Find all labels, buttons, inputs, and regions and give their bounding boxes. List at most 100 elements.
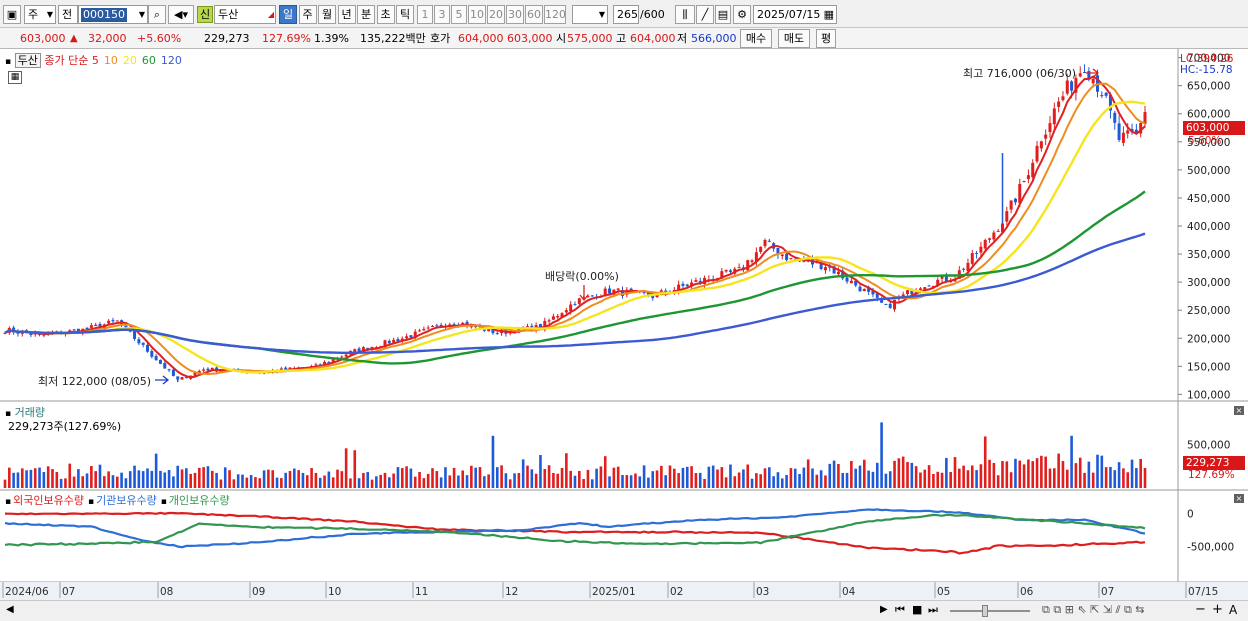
interval-dropdown[interactable]: ▼ [572,5,608,24]
candle [405,336,409,339]
draw-icon[interactable]: ╱ [696,5,714,24]
candle [426,327,430,329]
zoom-slider[interactable] [950,610,1030,612]
period-tab-3[interactable]: 년 [337,5,356,24]
volume-bar [1048,468,1052,488]
volume-bar [396,467,400,488]
scroll-bar[interactable]: ◀ ▶ ⏮ ■ ⏭ ⧉ ⧉ ⊞ ⇖ ⇱ ⇲ ⫽ ⧉ ⇆ − + A [0,600,1248,621]
font-size-icon[interactable]: A [1229,603,1237,617]
prefix-label: 전 [62,8,73,21]
interval-tab-10[interactable]: 10 [468,5,486,24]
scroll-left-icon[interactable]: ◀ [6,604,14,615]
ma-legend-120[interactable]: 120 [161,54,182,67]
save-icon[interactable]: ▤ [715,5,731,24]
zoom-out-icon[interactable]: − [1195,602,1206,617]
volume-bar [1126,472,1130,488]
search-icon[interactable]: ⌕ [148,5,166,24]
volume-bar [750,478,754,488]
volume-bar [85,473,89,488]
interval-tab-120[interactable]: 120 [544,5,566,24]
gear-icon[interactable]: ⚙ [733,5,751,24]
ma-legend-5[interactable]: 5 [92,54,99,67]
speaker-icon[interactable]: ◀▾ [168,5,194,24]
volume-bar [858,465,862,488]
holding-legend-2[interactable]: 개인보유수량 [169,494,230,507]
market-select[interactable]: 주 ▼ [24,5,56,24]
grip-icon: ▪ [5,57,12,67]
volume-bar [284,472,287,488]
chart-area[interactable]: 700,000650,000600,000550,000500,000450,0… [0,49,1248,600]
period-tab-6[interactable]: 틱 [396,5,414,24]
volume-bar [180,469,184,488]
stock-tag[interactable]: 두산 [14,53,41,68]
first-page-icon[interactable]: ⏮ [895,603,905,617]
volume-bar [578,470,581,488]
interval-tab-3[interactable]: 3 [434,5,450,24]
calendar-icon[interactable]: ▦ [824,6,834,23]
sell-button[interactable]: 매도 [778,29,810,48]
interval-tab-5[interactable]: 5 [451,5,467,24]
candle-icon[interactable]: ⫼ [675,5,695,24]
candle [150,350,154,357]
interval-tab-60[interactable]: 60 [525,5,543,24]
chevron-down-icon[interactable]: ▼ [139,6,145,23]
close-panel-icon[interactable]: × [1234,494,1244,503]
volume-bar [491,435,495,488]
prefix-box[interactable]: 전 [58,5,78,24]
layout-icon[interactable]: ▣ [3,5,21,24]
count-input[interactable]: 265 [613,5,639,24]
chevron-down-icon: ▼ [598,10,605,19]
candle [1005,211,1009,222]
volume-bar [305,475,309,488]
volume-bar [409,468,413,488]
buy-button[interactable]: 매수 [740,29,772,48]
quote-high: 604,000 [630,32,676,45]
date-input[interactable]: 2025/07/15 ▦ [753,5,837,24]
period-tab-0[interactable]: 일 [279,5,297,24]
interval-tab-20[interactable]: 20 [487,5,505,24]
tool-icons[interactable]: ⧉ ⧉ ⊞ ⇖ ⇱ ⇲ ⫽ ⧉ ⇆ [1042,603,1145,617]
volume-bar [992,462,996,488]
interval-tab-30[interactable]: 30 [506,5,524,24]
candle [1100,95,1104,97]
volume-bar [970,465,974,488]
x-axis-label: 04 [842,586,856,598]
x-axis-label: 05 [937,586,950,598]
close-panel-icon[interactable]: × [1234,406,1244,415]
period-tab-4[interactable]: 분 [357,5,375,24]
holding-legend-0[interactable]: 외국인보유수량 [13,494,84,507]
last-page-icon[interactable]: ⏭ [928,603,938,617]
volume-bar [275,477,279,488]
volume-bar [474,467,477,488]
zoom-in-icon[interactable]: + [1212,602,1223,617]
volume-bar [742,469,745,488]
candle [983,239,987,249]
candle [1104,92,1108,96]
stock-code-input[interactable]: 000150 ▼ [78,5,148,24]
x-axis-label: 08 [160,586,173,598]
volume-bar [755,473,758,488]
zoom-slider-thumb[interactable] [982,605,988,617]
period-tab-5[interactable]: 초 [376,5,395,24]
interval-tab-1[interactable]: 1 [417,5,433,24]
ma-legend-title[interactable]: 종가 단순 [44,54,88,67]
evaluate-button[interactable]: 평 [816,29,836,48]
holding-legend-1[interactable]: 기관보유수량 [96,494,157,507]
candle [1117,123,1121,140]
volume-bar [154,453,158,488]
period-tab-1[interactable]: 주 [298,5,317,24]
table-icon[interactable]: ▦ [8,71,22,84]
period-tab-2[interactable]: 월 [318,5,336,24]
ma-legend-10[interactable]: 10 [104,54,118,67]
stop-icon[interactable]: ■ [912,603,922,616]
scroll-right-icon[interactable]: ▶ [880,604,888,615]
ma-legend-60[interactable]: 60 [142,54,156,67]
volume-bar [245,477,249,488]
volume-bar [120,472,123,488]
volume-bar [616,466,620,488]
volume-bar [163,472,167,488]
volume-bar [336,469,339,488]
stock-name-field[interactable]: 두산 ◢ [214,5,276,24]
x-axis-label: 06 [1020,586,1034,598]
ma-legend-20[interactable]: 20 [123,54,137,67]
